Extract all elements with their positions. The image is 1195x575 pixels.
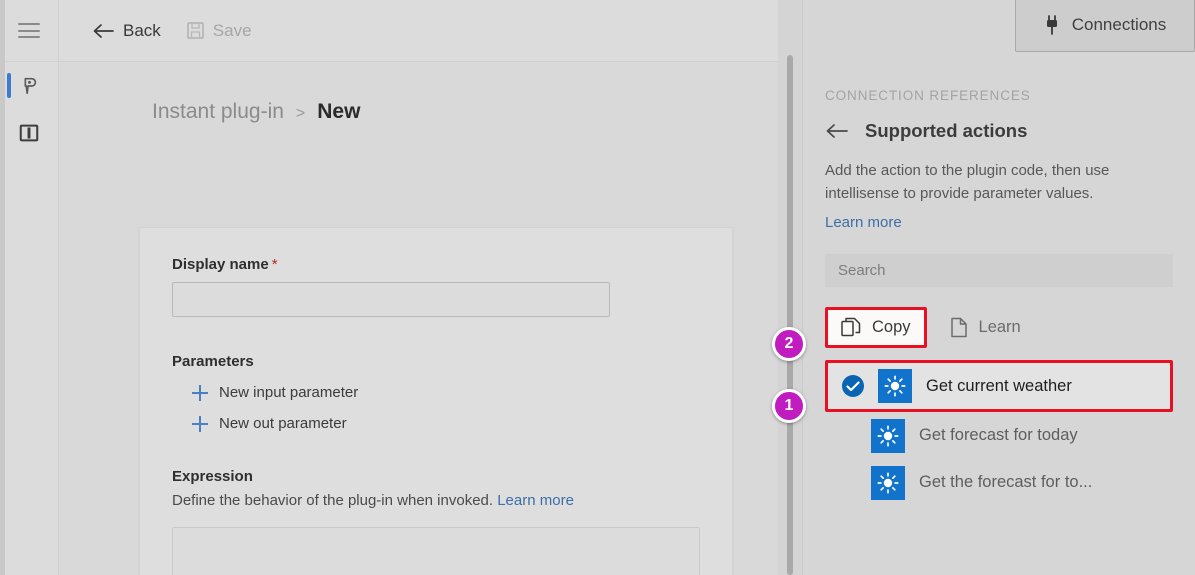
back-button[interactable]: Back [92, 21, 161, 41]
command-bar: Back Save [59, 0, 778, 62]
display-name-label-text: Display name [172, 256, 269, 273]
arrow-left-icon[interactable] [825, 123, 849, 139]
display-name-input[interactable] [172, 282, 610, 317]
chevron-right-icon: > [295, 105, 306, 122]
main-column: Back Save Instant plug-in > New Display … [59, 0, 778, 575]
expression-heading: Expression [172, 468, 253, 485]
copy-button[interactable]: Copy [825, 307, 927, 348]
weather-sun-icon [871, 418, 905, 453]
get-forecast-tomorrow-row[interactable]: Get the forecast for to... [825, 459, 1173, 506]
panel-header: Supported actions [825, 120, 1173, 142]
check-icon [846, 381, 860, 391]
get-forecast-today-row[interactable]: Get forecast for today [825, 412, 1173, 459]
sun-glyph [877, 471, 899, 494]
connections-label: Connections [1071, 14, 1167, 34]
search-input[interactable]: Search [825, 254, 1173, 287]
copy-label: Copy [872, 318, 911, 336]
list-item-label: Get forecast for today [919, 426, 1078, 444]
book-icon [19, 124, 39, 141]
panel-title: Supported actions [865, 120, 1028, 141]
menu-button[interactable] [0, 0, 58, 62]
expression-editor[interactable] [172, 527, 700, 575]
new-input-parameter-button[interactable]: New input parameter [192, 384, 700, 401]
plus-icon [192, 384, 208, 401]
panel-description: Add the action to the plugin code, then … [825, 162, 1110, 202]
content-scroll-area: Instant plug-in > New Display name * Para… [59, 62, 778, 575]
hamburger-icon[interactable] [18, 23, 40, 38]
learn-button[interactable]: Learn [937, 310, 1034, 345]
new-input-parameter-label: New input parameter [219, 384, 359, 401]
panel-splitter[interactable] [778, 0, 802, 575]
sun-glyph [884, 375, 906, 397]
app-root: Back Save Instant plug-in > New Display … [0, 0, 1195, 575]
copy-icon [841, 317, 861, 337]
back-label: Back [123, 20, 161, 40]
supported-actions-list: Get current weather Get forecast for tod… [825, 360, 1173, 506]
search-placeholder: Search [838, 262, 886, 279]
check-circle-icon [842, 375, 864, 397]
expression-learn-more-link[interactable]: Learn more [497, 492, 574, 509]
callout-badge-2: 2 [772, 327, 806, 361]
arrow-left-icon [93, 23, 114, 38]
parameters-heading: Parameters [172, 353, 254, 370]
plugin-icon [24, 77, 37, 94]
plug-icon [1046, 14, 1057, 35]
callout-badge-1: 1 [772, 389, 806, 423]
plugin-form-card: Display name * Parameters New input param… [139, 227, 733, 575]
left-nav-rail [0, 0, 59, 575]
document-icon [950, 317, 967, 338]
save-icon [187, 22, 204, 39]
supported-actions-panel: Connections CONNECTION REFERENCES Suppor… [802, 0, 1195, 575]
get-current-weather-row[interactable]: Get current weather [825, 360, 1173, 412]
sidebar-item-plugins[interactable] [0, 62, 58, 109]
panel-learn-more-link[interactable]: Learn more [825, 214, 1173, 231]
breadcrumb: Instant plug-in > New [59, 62, 778, 124]
list-item-label: Get the forecast for to... [919, 473, 1093, 491]
save-label: Save [212, 20, 252, 40]
list-item-label: Get current weather [926, 376, 1072, 395]
weather-sun-icon [871, 465, 905, 500]
expression-description-text: Define the behavior of the plug-in when … [172, 492, 494, 509]
expression-description: Define the behavior of the plug-in when … [172, 492, 700, 509]
weather-sun-icon [878, 369, 912, 403]
display-name-label: Display name * [172, 256, 700, 273]
required-asterisk: * [271, 256, 278, 273]
new-out-parameter-label: New out parameter [219, 415, 347, 432]
splitter-handle[interactable] [787, 55, 793, 575]
action-toolbar: Copy Learn [825, 307, 1173, 348]
sun-glyph [877, 424, 899, 447]
breadcrumb-current: New [317, 100, 361, 123]
new-out-parameter-button[interactable]: New out parameter [192, 415, 700, 432]
sidebar-item-library[interactable] [0, 109, 58, 156]
breadcrumb-parent[interactable]: Instant plug-in [152, 100, 284, 124]
connections-button[interactable]: Connections [1015, 0, 1195, 52]
learn-label: Learn [978, 318, 1021, 336]
plus-icon [192, 415, 208, 432]
save-button[interactable]: Save [187, 21, 252, 41]
